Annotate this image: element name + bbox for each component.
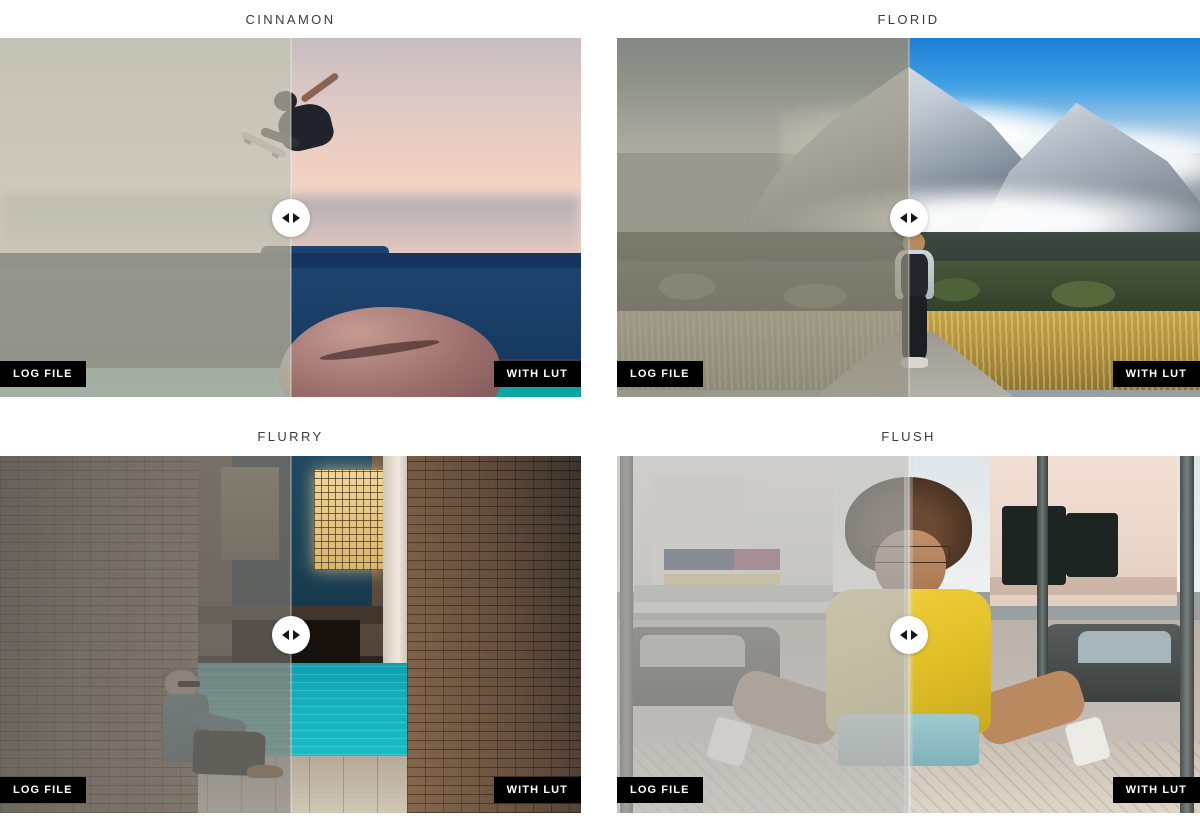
lut-preview-grid: CINNAMON FLORID LOG FILE WITH LUT LOG FI… (0, 0, 1200, 829)
before-badge-flurry: LOG FILE (0, 777, 86, 803)
compare-slider-flush[interactable]: LOG FILE WITH LUT (617, 456, 1200, 813)
grid-gutter (581, 0, 617, 38)
row-gap (617, 397, 1200, 417)
scene-florid-lut (908, 38, 1200, 397)
arrow-right-icon (292, 629, 300, 640)
after-pane-cinnamon: WITH LUT (290, 38, 581, 397)
before-badge-flush: LOG FILE (617, 777, 703, 803)
after-pane-flurry: WITH LUT (290, 456, 581, 813)
left-right-arrows-icon[interactable] (271, 198, 310, 237)
page-bottom-gap (617, 813, 1200, 829)
arrow-right-icon (910, 629, 918, 640)
compare-slider-cinnamon[interactable]: LOG FILE WITH LUT (0, 38, 581, 397)
grid-gutter (581, 456, 617, 813)
after-badge-flush: WITH LUT (1112, 777, 1200, 803)
after-pane-florid: WITH LUT (908, 38, 1200, 397)
compare-slider-florid[interactable]: LOG FILE WITH LUT (617, 38, 1200, 397)
scene-cinnamon-log (0, 38, 291, 397)
before-pane-flush: LOG FILE (617, 456, 909, 813)
arrow-left-icon (281, 629, 289, 640)
page-bottom-gap (581, 813, 617, 829)
scene-cinnamon-lut (290, 38, 581, 397)
before-badge-cinnamon: LOG FILE (0, 361, 86, 387)
before-badge-florid: LOG FILE (617, 361, 703, 387)
scene-flush-lut (908, 456, 1200, 813)
before-pane-florid: LOG FILE (617, 38, 909, 397)
arrow-left-icon (899, 629, 907, 640)
card-title-flush: FLUSH (617, 417, 1200, 456)
compare-slider-flurry[interactable]: LOG FILE WITH LUT (0, 456, 581, 813)
left-right-arrows-icon[interactable] (889, 615, 928, 654)
scene-flush-log (617, 456, 909, 813)
after-badge-flurry: WITH LUT (493, 777, 581, 803)
card-title-florid: FLORID (617, 0, 1200, 38)
after-pane-flush: WITH LUT (908, 456, 1200, 813)
scene-flurry-lut (290, 456, 581, 813)
scene-flurry-log (0, 456, 291, 813)
card-title-flurry: FLURRY (0, 417, 581, 456)
arrow-right-icon (292, 212, 300, 223)
after-badge-florid: WITH LUT (1112, 361, 1200, 387)
grid-gutter (581, 417, 617, 456)
card-title-cinnamon: CINNAMON (0, 0, 581, 38)
left-right-arrows-icon[interactable] (889, 198, 928, 237)
before-pane-cinnamon: LOG FILE (0, 38, 291, 397)
scene-florid-log (617, 38, 909, 397)
page-bottom-gap (0, 813, 581, 829)
arrow-right-icon (910, 212, 918, 223)
left-right-arrows-icon[interactable] (271, 615, 310, 654)
row-gap (0, 397, 581, 417)
after-badge-cinnamon: WITH LUT (493, 361, 581, 387)
arrow-left-icon (899, 212, 907, 223)
arrow-left-icon (281, 212, 289, 223)
before-pane-flurry: LOG FILE (0, 456, 291, 813)
grid-gutter (581, 38, 617, 397)
row-gap (581, 397, 617, 417)
